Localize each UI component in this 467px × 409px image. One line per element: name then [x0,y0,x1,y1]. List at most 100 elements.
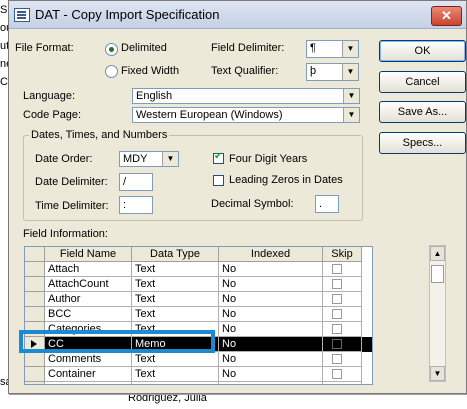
field-name-cell[interactable]: Comments [45,352,132,367]
skip-cell[interactable] [323,277,362,292]
time-delimiter-input[interactable]: : [119,196,153,214]
leading-zeros-checkbox[interactable] [213,175,224,186]
row-selector[interactable] [25,352,45,367]
date-order-select[interactable]: MDY ▼ [119,151,179,167]
data-type-cell[interactable]: Text [132,367,219,382]
chevron-down-icon[interactable]: ▼ [343,89,359,103]
background-text: S [0,4,8,16]
data-type-cell[interactable]: Text [132,292,219,307]
chevron-down-icon[interactable]: ▼ [343,108,359,122]
table-row[interactable]: AttachCount Text No [25,277,372,292]
row-selector[interactable] [25,307,45,322]
skip-checkbox[interactable] [332,309,342,319]
field-delimiter-value: ¶ [310,42,316,54]
column-header-indexed[interactable]: Indexed [219,247,323,262]
row-selector[interactable] [25,262,45,277]
skip-checkbox[interactable] [332,369,342,379]
four-digit-years-checkbox[interactable] [213,151,224,164]
save-as-button[interactable]: Save As... [379,101,466,123]
scroll-up-icon[interactable]: ▲ [430,246,445,261]
language-select[interactable]: English ▼ [132,88,360,104]
indexed-cell[interactable]: No [219,367,323,382]
skip-checkbox[interactable] [332,324,342,334]
field-name-cell[interactable]: Author [45,292,132,307]
skip-cell[interactable] [323,307,362,322]
row-selector[interactable] [25,292,45,307]
field-name-cell[interactable]: BCC [45,307,132,322]
indexed-cell[interactable]: No [219,292,323,307]
table-row[interactable]: Co...TextNo [25,382,372,385]
fixed-width-radio[interactable] [105,65,118,78]
skip-checkbox[interactable] [332,294,342,304]
field-name-cell[interactable]: Container [45,367,132,382]
row-selector[interactable] [25,277,45,292]
table-row[interactable]: Author Text No [25,292,372,307]
decimal-symbol-label: Decimal Symbol: [211,198,294,210]
window-title: DAT - Copy Import Specification [35,7,220,22]
row-selector[interactable] [25,382,45,384]
skip-cell[interactable] [323,382,362,385]
date-delimiter-input[interactable]: / [119,173,153,191]
table-row[interactable]: Attach Text No [25,262,372,277]
field-name-cell[interactable]: AttachCount [45,277,132,292]
delimited-label[interactable]: Delimited [121,42,167,54]
indexed-cell[interactable]: No [219,262,323,277]
code-page-select[interactable]: Western European (Windows) ▼ [132,107,360,123]
skip-checkbox[interactable] [332,279,342,289]
skip-cell[interactable] [323,262,362,277]
skip-checkbox[interactable] [332,384,342,385]
field-delimiter-select[interactable]: ¶ ▼ [306,40,359,58]
indexed-cell[interactable]: No [219,352,323,367]
fixed-width-label[interactable]: Fixed Width [121,65,179,77]
skip-checkbox[interactable] [332,354,342,364]
skip-checkbox[interactable] [332,339,342,349]
specs-button[interactable]: Specs... [379,132,466,154]
chevron-down-icon[interactable]: ▼ [342,64,358,80]
skip-cell[interactable] [323,352,362,367]
chevron-down-icon[interactable]: ▼ [162,152,178,166]
text-qualifier-value: þ [310,65,317,77]
field-information-grid[interactable]: Field Name Data Type Indexed Skip Attach… [24,246,373,385]
indexed-cell[interactable]: No [219,382,323,384]
delimited-radio[interactable] [105,43,118,56]
field-name-cell[interactable]: Co... [45,382,132,384]
grid-vertical-scrollbar[interactable]: ▲ ▼ [429,245,446,382]
data-type-cell[interactable]: Text [132,262,219,277]
table-row[interactable]: Container Text No [25,367,372,382]
indexed-cell[interactable]: No [219,307,323,322]
skip-cell[interactable] [323,292,362,307]
date-order-value: MDY [123,153,148,165]
date-order-label: Date Order: [35,153,93,165]
column-header-skip[interactable]: Skip [323,247,362,262]
close-button[interactable]: ✕ [431,6,462,26]
skip-cell[interactable] [323,367,362,382]
data-type-cell[interactable]: Text [132,307,219,322]
four-digit-years-label[interactable]: Four Digit Years [229,153,307,165]
field-name-cell[interactable]: Attach [45,262,132,277]
skip-cell[interactable] [323,337,362,352]
cancel-button[interactable]: Cancel [379,71,466,93]
decimal-symbol-input[interactable]: . [315,195,339,213]
date-delimiter-label: Date Delimiter: [35,176,108,188]
scroll-thumb[interactable] [431,265,444,283]
column-header-data-type[interactable]: Data Type [132,247,219,262]
ok-button[interactable]: OK [379,40,466,62]
text-qualifier-label: Text Qualifier: [211,65,279,77]
leading-zeros-label[interactable]: Leading Zeros in Dates [229,174,343,186]
indexed-cell[interactable]: No [219,277,323,292]
table-row[interactable]: Comments Text No [25,352,372,367]
data-type-cell[interactable]: Text [132,277,219,292]
skip-checkbox[interactable] [332,264,342,274]
indexed-cell[interactable]: No [219,337,323,352]
scroll-down-icon[interactable]: ▼ [430,366,445,381]
chevron-down-icon[interactable]: ▼ [342,41,358,57]
column-header-field-name[interactable]: Field Name [45,247,132,262]
text-qualifier-select[interactable]: þ ▼ [306,63,359,81]
data-type-cell[interactable]: Text [132,352,219,367]
data-type-cell[interactable]: Text [132,382,219,384]
skip-cell[interactable] [323,322,362,337]
row-selector[interactable] [25,367,45,382]
table-row[interactable]: BCC Text No [25,307,372,322]
app-window-icon [14,8,30,22]
indexed-cell[interactable]: No [219,322,323,337]
